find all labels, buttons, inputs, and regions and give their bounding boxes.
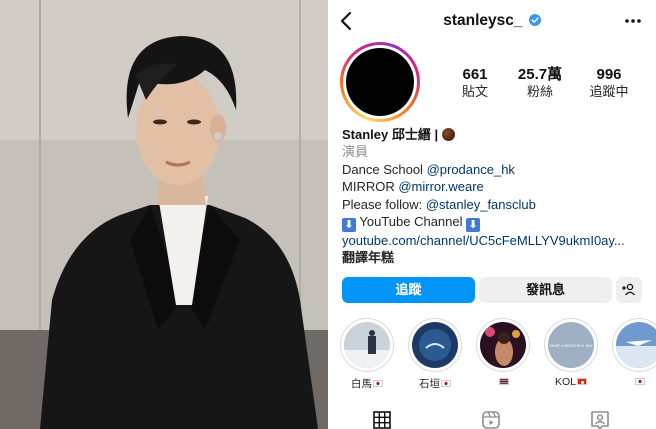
bio-text: Dance School: [342, 161, 427, 177]
translate-link[interactable]: 翻譯年糕: [342, 249, 652, 266]
tagged-icon: [591, 411, 609, 429]
reels-icon: [482, 411, 500, 429]
story-highlight[interactable]: WHAT A BEAUTIFUL DAY KOL: [544, 318, 598, 388]
stat-label: 粉絲: [526, 84, 553, 99]
tab-tagged[interactable]: [590, 410, 610, 429]
profile-username-header: stanleysc_: [328, 12, 656, 30]
suggested-accounts-button[interactable]: [616, 277, 642, 303]
top-bar: stanleysc_: [328, 0, 656, 42]
stat-following[interactable]: 996 追蹤中: [584, 66, 634, 100]
tab-posts-grid[interactable]: [372, 410, 392, 429]
stat-value: 996: [596, 66, 622, 83]
highlight-label: [612, 376, 656, 388]
profile-tab-bar: [328, 404, 656, 429]
stat-value: 25.7萬: [517, 66, 563, 83]
profile-bio: Stanley 邱士縉 | 演員 Dance School @prodance_…: [342, 126, 652, 267]
verified-badge-icon: [528, 14, 541, 26]
more-options-button[interactable]: [622, 10, 644, 32]
thailand-flag-icon: [498, 378, 509, 385]
japan-flag-icon: [441, 380, 451, 387]
bio-text: Please follow:: [342, 196, 426, 212]
story-highlight[interactable]: [612, 318, 656, 388]
highlight-cover-text: WHAT A BEAUTIFUL DAY: [549, 344, 593, 348]
down-arrow-emoji-icon: ⬇: [466, 218, 481, 233]
basketball-emoji-icon: [441, 128, 455, 141]
website-link[interactable]: youtube.com/channel/UC5cFeMLLYV9ukmI0ay.…: [342, 232, 652, 249]
stat-value: 661: [462, 66, 488, 83]
grid-icon: [373, 411, 391, 429]
story-highlight[interactable]: 石垣: [408, 318, 462, 391]
stat-label: 貼文: [461, 84, 488, 99]
highlight-cover: [480, 322, 526, 368]
stat-followers[interactable]: 25.7萬 粉絲: [510, 66, 570, 100]
highlight-label: 石垣: [408, 376, 462, 391]
stat-label: 追蹤中: [589, 84, 629, 99]
japan-flag-icon: [634, 378, 645, 385]
bio-text: MIRROR: [342, 179, 399, 195]
highlight-cover: [412, 322, 458, 368]
more-horizontal-icon: [625, 19, 641, 23]
stat-posts[interactable]: 661 貼文: [456, 66, 494, 100]
add-person-icon: [622, 283, 635, 296]
portrait-photo: [0, 0, 328, 429]
mention-link[interactable]: @mirror.weare: [398, 179, 483, 194]
hong-kong-flag-icon: [577, 378, 587, 385]
mention-link[interactable]: @stanley_fansclub: [426, 197, 536, 212]
japan-flag-icon: [373, 380, 383, 387]
highlight-label: KOL: [544, 376, 598, 388]
avatar-image: [346, 48, 414, 116]
highlight-cover: WHAT A BEAUTIFUL DAY: [548, 322, 594, 368]
profile-avatar[interactable]: [340, 42, 420, 122]
highlight-label: [476, 376, 530, 388]
category-label: 演員: [342, 144, 369, 160]
instagram-profile: stanleysc_ 661 貼文 25.7萬 粉絲 996 追蹤中 Stanl…: [328, 0, 656, 429]
highlight-cover: [344, 322, 390, 368]
bio-text: YouTube Channel: [359, 214, 463, 230]
username: stanleysc_: [443, 12, 523, 29]
message-button[interactable]: 發訊息: [479, 277, 612, 303]
story-highlight[interactable]: [476, 318, 530, 388]
tab-reels[interactable]: [481, 410, 501, 429]
down-arrow-emoji-icon: ⬇: [342, 218, 356, 233]
story-highlight[interactable]: 白馬: [340, 318, 394, 391]
highlight-label: 白馬: [340, 376, 394, 391]
follow-button[interactable]: 追蹤: [342, 277, 475, 303]
highlight-cover: [616, 322, 656, 368]
display-name: Stanley 邱士縉 |: [342, 127, 439, 142]
mention-link[interactable]: @prodance_hk: [427, 162, 515, 177]
